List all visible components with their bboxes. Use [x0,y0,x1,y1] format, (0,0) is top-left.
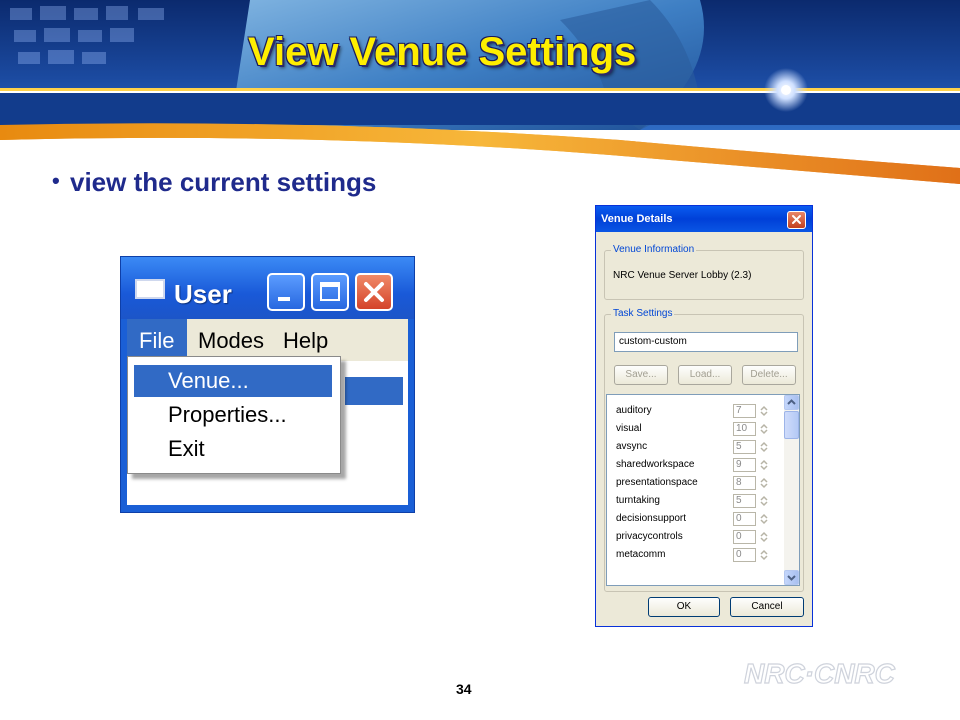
spinner-arrows-icon [760,495,768,507]
setting-spinner[interactable] [758,476,770,490]
chevron-down-icon [787,575,796,581]
spinner-arrows-icon [760,477,768,489]
user-window-menubar: File Modes Help [127,319,408,361]
maximize-button[interactable] [311,273,349,311]
setting-spinner[interactable] [758,422,770,436]
nrc-cnrc-logo: NRC·CNRC [743,657,896,689]
spinner-arrows-icon [760,441,768,453]
spinner-arrows-icon [760,405,768,417]
save-button[interactable]: Save... [614,365,668,385]
setting-label: turntaking [616,495,660,506]
setting-label: avsync [616,441,648,452]
file-menu-dropdown: Venue... Properties... Exit [127,356,341,474]
setting-spinner[interactable] [758,548,770,562]
dialog-title: Venue Details [601,213,673,225]
header-banner: View Venue Settings [0,0,960,190]
setting-value-field[interactable]: 10 [733,422,756,436]
scroll-down-button[interactable] [784,570,799,585]
close-icon [364,282,384,302]
menu-modes[interactable]: Modes [198,328,264,354]
venue-information-label: Venue Information [611,244,697,255]
setting-label: presentationspace [616,477,698,488]
chevron-up-icon [787,399,796,405]
setting-label: decisionsupport [616,513,687,524]
setting-value-field[interactable]: 5 [733,494,756,508]
menu-file[interactable]: File [127,319,187,361]
menu-help[interactable]: Help [283,328,328,354]
bullet-icon: • [52,168,60,193]
task-settings-input[interactable]: custom-custom [614,332,798,352]
minimize-icon [278,297,290,301]
maximize-icon [320,282,340,301]
banner-graphic [0,0,960,190]
settings-scrollbar[interactable] [784,395,799,585]
setting-value-field[interactable]: 5 [733,440,756,454]
minimize-button[interactable] [267,273,305,311]
setting-spinner[interactable] [758,404,770,418]
spinner-arrows-icon [760,423,768,435]
load-button[interactable]: Load... [678,365,732,385]
scroll-up-button[interactable] [784,395,799,410]
dialog-titlebar[interactable]: Venue Details [596,206,812,232]
setting-label: metacomm [616,549,666,560]
setting-value-field[interactable]: 0 [733,530,756,544]
close-icon [792,215,801,224]
menu-file-label: File [139,328,175,353]
window-app-icon [135,279,165,299]
bullet-point: • view the current settings [52,167,376,198]
spinner-arrows-icon [760,513,768,525]
setting-value-field[interactable]: 9 [733,458,756,472]
setting-label: sharedworkspace [616,459,695,470]
dialog-close-button[interactable] [787,211,806,229]
setting-value-field[interactable]: 7 [733,404,756,418]
menu-item-properties[interactable]: Properties... [134,399,332,431]
task-settings-label: Task Settings [611,308,675,319]
logo-text: NRC·CNRC [744,658,896,689]
setting-label: privacycontrols [616,531,683,542]
spinner-arrows-icon [760,549,768,561]
spinner-arrows-icon [760,531,768,543]
setting-value-field[interactable]: 0 [733,512,756,526]
setting-spinner[interactable] [758,458,770,472]
settings-list: auditory 7 visual 10 avsync 5 sharedworkspace 9… [606,394,800,586]
setting-value-field[interactable]: 8 [733,476,756,490]
setting-spinner[interactable] [758,512,770,526]
user-window-title: User [174,279,232,309]
cancel-button[interactable]: Cancel [730,597,804,617]
venue-information-value: NRC Venue Server Lobby (2.3) [613,270,752,281]
scroll-thumb[interactable] [784,411,799,439]
setting-spinner[interactable] [758,530,770,544]
setting-spinner[interactable] [758,494,770,508]
setting-spinner[interactable] [758,440,770,454]
venue-details-dialog: Venue Details Venue Information NRC Venu… [595,205,813,627]
menu-item-exit[interactable]: Exit [134,433,332,465]
page-number: 34 [456,681,472,697]
bullet-text: view the current settings [70,167,377,197]
selected-list-item[interactable] [345,377,403,405]
setting-label: visual [616,423,642,434]
delete-button[interactable]: Delete... [742,365,796,385]
ok-button[interactable]: OK [648,597,720,617]
spinner-arrows-icon [760,459,768,471]
close-button[interactable] [355,273,393,311]
slide-title: View Venue Settings [248,30,637,74]
setting-label: auditory [616,405,652,416]
setting-value-field[interactable]: 0 [733,548,756,562]
menu-item-venue[interactable]: Venue... [134,365,332,397]
user-window-titlebar[interactable]: User [121,257,414,319]
